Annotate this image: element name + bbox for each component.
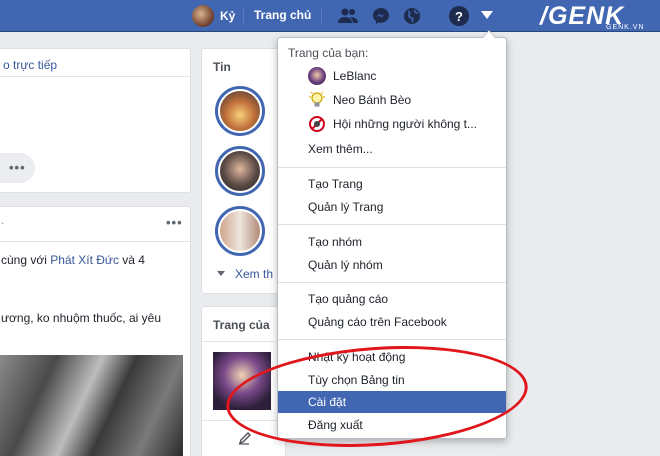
home-link[interactable]: Trang chủ [254,8,311,22]
page-item-label: Neo Bánh Bèo [333,93,412,107]
live-video-link[interactable]: o trực tiếp [3,58,57,72]
chevron-down-icon [217,271,225,276]
see-more-label: Xem th [235,267,274,281]
menu-manage-pages[interactable]: Quản lý Trang [278,196,506,218]
post-header-fragment: . [1,213,5,227]
post-divider [0,241,190,242]
page-item-neo-banh-beo[interactable]: Neo Bánh Bèo [278,89,506,111]
your-pages-title: Trang của [213,318,270,332]
post-photo[interactable] [0,355,183,456]
lightbulb-icon [308,91,326,109]
live-video-card: o trực tiếp ••• [0,48,191,193]
post-body-text: ương, ko nhuộm thuốc, ai yêu [1,311,161,325]
more-button[interactable]: ••• [0,153,35,183]
story-thumbnail[interactable] [215,86,265,136]
post-options-button[interactable]: ••• [166,215,183,230]
help-icon[interactable]: ? [449,6,469,26]
caret-down-icon[interactable] [481,11,493,19]
menu-create-ad[interactable]: Tạo quảng cáo [278,288,506,310]
menu-divider [278,282,506,283]
profile-name: Kỷ [220,9,236,23]
card-divider [202,341,285,342]
menu-divider [278,339,506,340]
profile-link[interactable]: Kỷ [192,4,235,28]
globe-icon[interactable] [402,6,422,26]
story-thumbnail[interactable] [215,206,265,256]
post-text-prefix: cùng với [1,253,51,267]
no-symbol-icon [308,115,326,133]
menu-advertising-on-facebook[interactable]: Quảng cáo trên Facebook [278,311,506,333]
menu-divider [278,224,506,225]
menu-divider [278,167,506,168]
story-thumbnail[interactable] [215,146,265,196]
page-item-label: Hội những người không t... [333,117,478,131]
edit-icon[interactable] [238,431,252,445]
dropdown-pointer-fill [483,31,495,38]
your-pages-header: Trang của bạn: [288,46,369,60]
menu-create-group[interactable]: Tạo nhóm [278,231,506,253]
genk-watermark: /GENK GENK.VN [540,2,660,32]
tagged-page-link[interactable]: Phát Xít Đức [50,253,119,267]
stories-card: Tin Xem th [201,48,286,294]
page-item-leblanc[interactable]: LeBlanc [278,65,506,87]
menu-create-page[interactable]: Tạo Trang [278,173,506,195]
menu-manage-groups[interactable]: Quản lý nhóm [278,254,506,276]
see-more-pages[interactable]: Xem thêm... [278,138,506,160]
more-dots: ••• [9,160,26,175]
leblanc-avatar-icon [308,67,326,85]
nav-separator [243,8,244,24]
post-tag-line: cùng với Phát Xít Đức và 4 [1,253,191,267]
page-item-label: LeBlanc [333,69,377,83]
messenger-icon[interactable] [371,6,391,26]
post-text-suffix: và 4 [118,253,145,267]
top-navigation-bar: Kỷ Trang chủ ? /GENK GENK.VN [0,0,660,32]
page-item-hoi-nhung-nguoi[interactable]: Hội những người không t... [278,113,506,135]
watermark-domain: GENK.VN [606,24,645,31]
profile-avatar [192,5,214,27]
stories-title: Tin [213,60,231,74]
nav-separator [321,8,322,24]
friends-icon[interactable] [338,6,358,26]
